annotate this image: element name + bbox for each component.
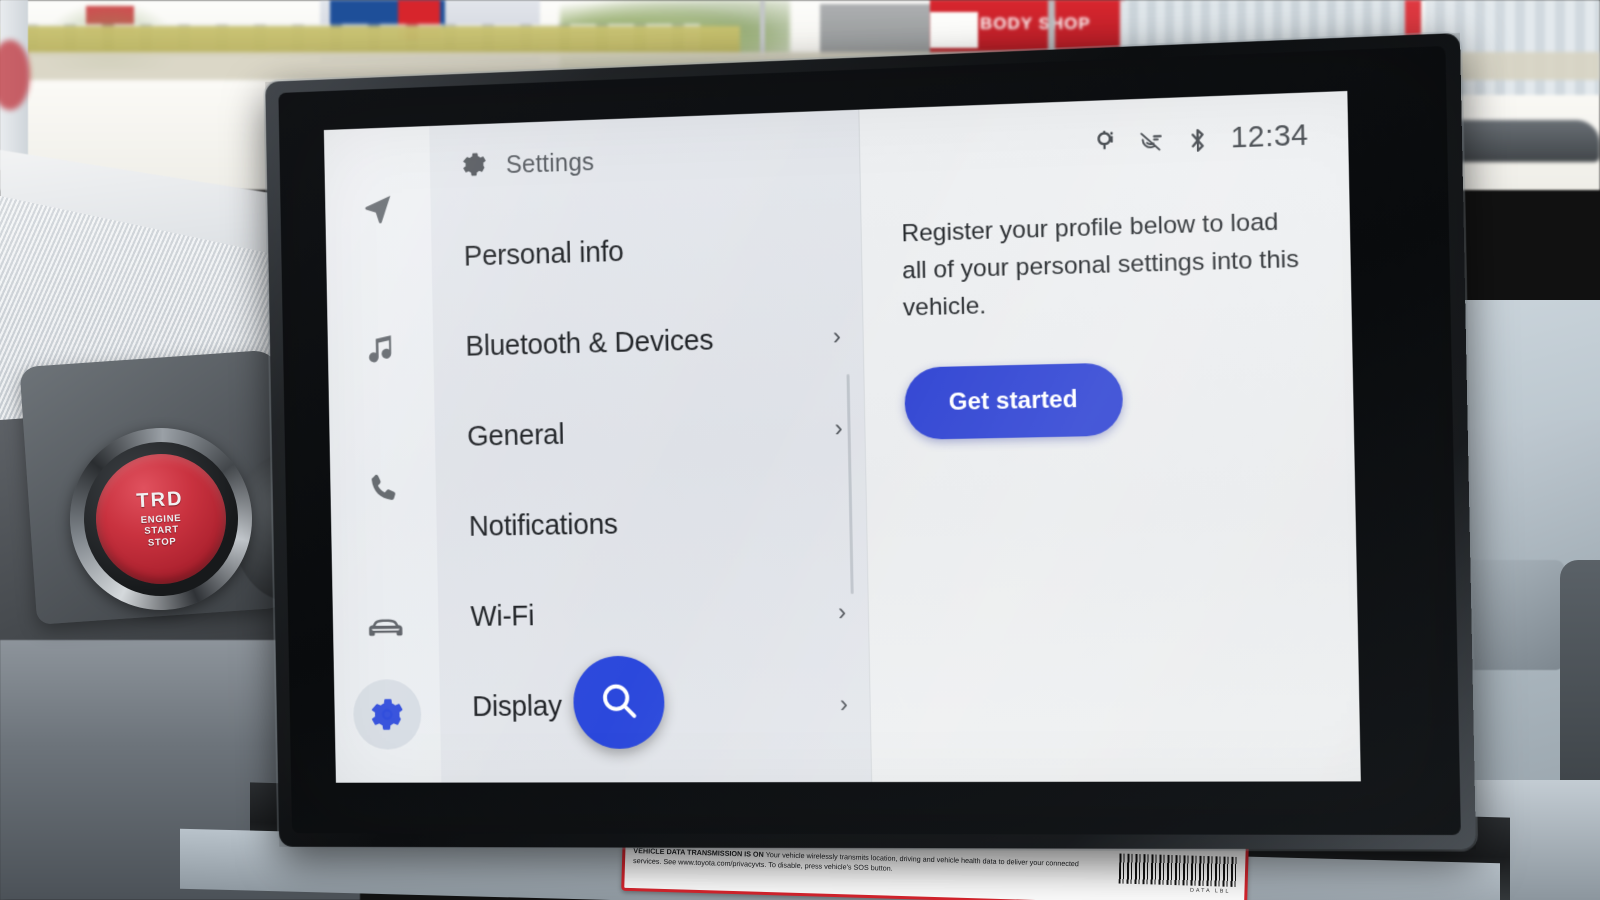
chevron-right-icon: › (834, 415, 843, 443)
menu-item-label: Personal info (463, 235, 624, 273)
rail-item-media[interactable] (346, 312, 415, 384)
settings-list-column: Settings Personal info › Bluetooth & Dev… (429, 109, 872, 783)
barcode (1118, 853, 1238, 887)
sticker-text: VEHICLE DATA TRANSMISSION IS ON Your veh… (633, 846, 1103, 881)
app-rail (323, 126, 442, 783)
page-title: Settings (505, 148, 595, 180)
rail-item-phone[interactable] (349, 453, 418, 524)
rail-item-settings[interactable] (352, 679, 422, 750)
chevron-right-icon: › (837, 599, 847, 627)
menu-item-wifi[interactable]: Wi-Fi › (437, 567, 868, 663)
rail-item-vehicle[interactable] (351, 593, 420, 664)
city-sign-box (930, 12, 978, 48)
touchscreen[interactable]: Settings Personal info › Bluetooth & Dev… (323, 90, 1361, 783)
menu-item-label: Notifications (468, 508, 619, 543)
menu-item-label: Bluetooth & Devices (465, 324, 714, 363)
menu-item-label: Wi-Fi (470, 600, 535, 633)
phone-icon (367, 472, 400, 506)
profile-register-description: Register your profile below to load all … (901, 208, 1300, 323)
menu-item-personal-info[interactable]: Personal info › (431, 199, 862, 303)
get-started-button[interactable]: Get started (904, 362, 1124, 440)
start-button-label: ENGINE START STOP (140, 513, 182, 550)
chevron-right-icon: › (832, 323, 842, 351)
menu-item-notifications[interactable]: Notifications › (436, 475, 867, 573)
bluetooth-icon (1187, 126, 1208, 153)
infotainment-head-unit: Settings Personal info › Bluetooth & Dev… (265, 32, 1477, 850)
gear-icon (370, 697, 405, 732)
qi-wireless-charging-icon (1093, 130, 1116, 157)
chevron-right-icon: › (839, 691, 849, 719)
car-icon (368, 614, 404, 644)
search-fab-button[interactable] (572, 655, 666, 749)
car-far-right (1440, 120, 1600, 162)
rail-item-navigation[interactable] (343, 172, 412, 244)
music-note-icon (364, 331, 397, 365)
detail-panel: 12:34 Register your profile below to loa… (858, 90, 1361, 783)
start-label-line3: STOP (147, 536, 177, 549)
microphone-muted-icon (1138, 129, 1165, 154)
body-shop-sign-text: BODY SHOP (980, 14, 1091, 33)
search-icon (596, 677, 641, 728)
status-clock: 12:34 (1230, 119, 1309, 155)
gear-icon (462, 151, 487, 182)
menu-item-label: General (466, 418, 565, 453)
menu-item-bluetooth-devices[interactable]: Bluetooth & Devices › (432, 291, 863, 393)
detail-body: Register your profile below to load all … (860, 152, 1354, 441)
navigation-arrow-icon (362, 191, 395, 225)
menu-item-general[interactable]: General › (434, 383, 865, 483)
barcode-label: DATA LBL (1189, 887, 1231, 895)
trd-logo: TRD (135, 487, 185, 512)
